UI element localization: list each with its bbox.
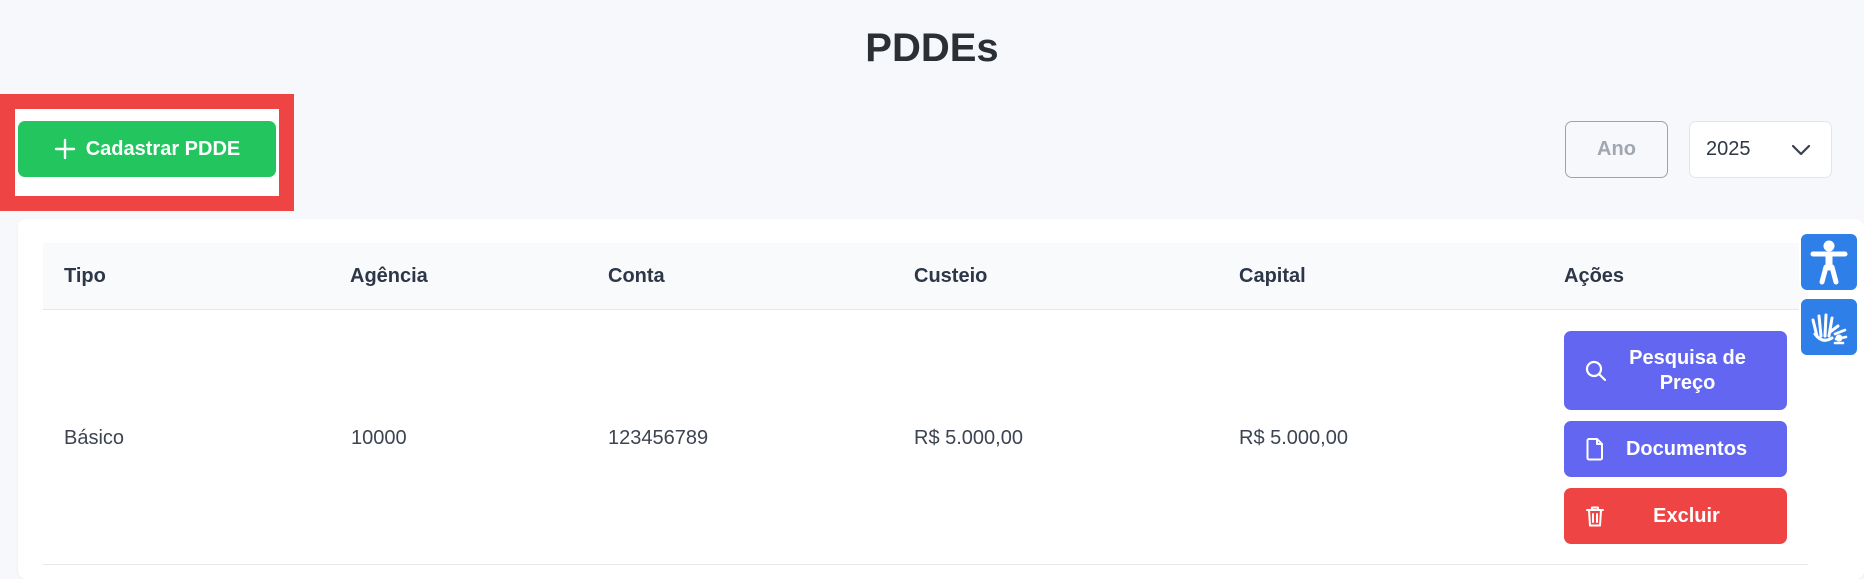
year-label-text: Ano bbox=[1597, 138, 1636, 160]
excluir-label: Excluir bbox=[1653, 504, 1720, 527]
trash-icon bbox=[1586, 506, 1604, 527]
document-icon bbox=[1586, 438, 1603, 461]
header-agencia: Agência bbox=[350, 264, 428, 287]
sign-language-icon bbox=[1811, 313, 1848, 345]
year-select-value: 2025 bbox=[1706, 138, 1751, 160]
cell-capital: R$ 5.000,00 bbox=[1239, 427, 1348, 449]
cell-agencia: 10000 bbox=[351, 427, 407, 449]
cell-custeio: R$ 5.000,00 bbox=[914, 427, 1023, 449]
table-header: Tipo Agência Conta Custeio Capital Ações bbox=[43, 243, 1808, 310]
plus-icon bbox=[54, 138, 75, 160]
accessibility-icon bbox=[1810, 240, 1848, 285]
excluir-button[interactable]: Excluir bbox=[1564, 488, 1787, 544]
cell-tipo: Básico bbox=[64, 427, 125, 449]
cell-conta: 123456789 bbox=[608, 427, 709, 449]
header-capital: Capital bbox=[1239, 264, 1306, 287]
documentos-button[interactable]: Documentos bbox=[1564, 421, 1787, 477]
search-icon bbox=[1585, 360, 1607, 381]
header-custeio: Custeio bbox=[914, 264, 988, 287]
add-pdde-label: Cadastrar PDDE bbox=[85, 137, 241, 160]
documentos-label: Documentos bbox=[1625, 437, 1748, 460]
header-acoes: Ações bbox=[1564, 264, 1625, 287]
sign-language-button[interactable] bbox=[1799, 297, 1859, 357]
year-select[interactable]: 2025 bbox=[1689, 121, 1832, 178]
year-label-button[interactable]: Ano bbox=[1565, 121, 1668, 178]
page-title: PDDEs bbox=[865, 26, 999, 70]
header-tipo: Tipo bbox=[64, 264, 106, 287]
header-conta: Conta bbox=[608, 264, 665, 287]
row-divider bbox=[43, 564, 1808, 565]
pesquisa-preco-button[interactable]: Pesquisa de Preço bbox=[1564, 331, 1787, 410]
pesquisa-preco-label: Pesquisa de Preço bbox=[1629, 346, 1746, 394]
add-pdde-button[interactable]: Cadastrar PDDE bbox=[18, 121, 276, 177]
accessibility-button[interactable] bbox=[1799, 232, 1859, 292]
chevron-down-icon bbox=[1791, 144, 1811, 155]
